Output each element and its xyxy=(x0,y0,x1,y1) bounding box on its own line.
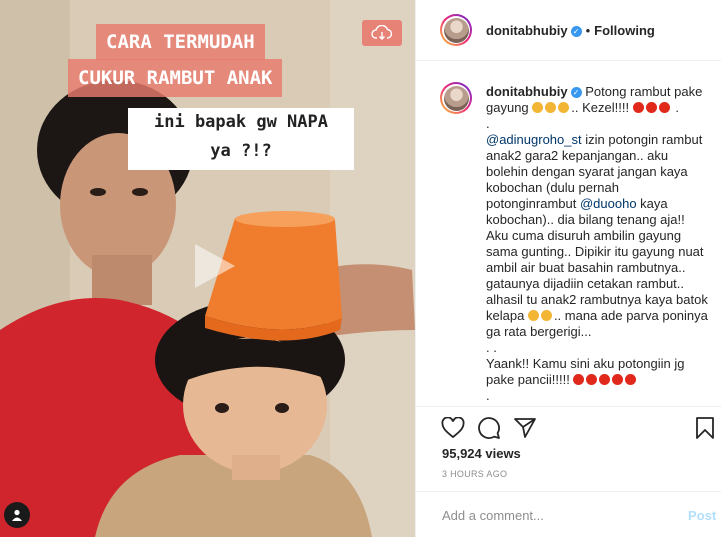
header-username[interactable]: donitabhubiy xyxy=(486,23,568,38)
angry-emoji-icon xyxy=(599,374,611,385)
comment-input[interactable] xyxy=(442,503,662,527)
mention-link[interactable]: @duooho xyxy=(580,196,637,211)
grimace-emoji-icon xyxy=(527,310,539,321)
angry-emoji-icon xyxy=(658,102,670,113)
verified-icon: ✓ xyxy=(570,26,582,38)
bookmark-icon xyxy=(696,417,714,439)
header-user: donitabhubiy ✓ • Following xyxy=(486,23,655,38)
caption-p2: . xyxy=(486,116,490,131)
angry-emoji-icon xyxy=(632,102,644,113)
caption-text: kaya kobochan).. dia bilang tenang aja!!… xyxy=(486,196,708,323)
video-caption-line4: ya ?!? xyxy=(210,141,272,161)
caption-p6: . xyxy=(486,388,490,403)
caption-p5: Yaank!! Kamu sini aku potongiin jg pake … xyxy=(486,356,708,388)
post-header: donitabhubiy ✓ • Following xyxy=(416,0,721,61)
angry-emoji-icon xyxy=(625,374,637,385)
angry-emoji-icon xyxy=(645,102,657,113)
caption-text: Yaank!! Kamu sini aku potongiin jg pake … xyxy=(486,356,685,387)
grimace-emoji-icon xyxy=(532,102,544,113)
caption-p4: . . xyxy=(486,340,497,355)
save-button[interactable] xyxy=(692,415,718,441)
cloud-download-icon xyxy=(371,25,393,40)
mute-icon xyxy=(12,509,22,521)
post-caption: donitabhubiy ✓ Potong rambut pake gayung … xyxy=(486,84,708,404)
post-panel: donitabhubiy ✓ • Following donitabhubiy ✓ Po… xyxy=(415,0,721,537)
grimace-emoji-icon xyxy=(545,102,557,113)
grimace-emoji-icon xyxy=(558,102,570,113)
verified-icon: ✓ xyxy=(570,87,582,99)
caption-p1: donitabhubiy ✓ Potong rambut pake gayung … xyxy=(486,84,708,116)
post-timestamp[interactable]: 3 HOURS AGO xyxy=(442,469,507,479)
mute-button[interactable] xyxy=(4,502,30,528)
separator-dot: • xyxy=(585,23,591,38)
caption-username[interactable]: donitabhubiy xyxy=(486,84,568,99)
download-button[interactable] xyxy=(362,20,402,46)
video-player[interactable]: CARA TERMUDAH CUKUR RAMBUT ANAK ini bapa… xyxy=(0,0,415,537)
add-comment-bar: Post xyxy=(416,491,721,538)
angry-emoji-icon xyxy=(612,374,624,385)
play-button[interactable] xyxy=(183,236,243,296)
action-bar xyxy=(416,406,721,447)
angry-emoji-icon xyxy=(573,374,585,385)
following-button[interactable]: Following xyxy=(594,23,655,38)
angry-emoji-icon xyxy=(586,374,598,385)
like-button[interactable] xyxy=(440,415,466,441)
comment-icon xyxy=(478,417,500,439)
video-caption-line2: CUKUR RAMBUT ANAK xyxy=(68,59,283,97)
comment-button[interactable] xyxy=(476,415,502,441)
caption-p3: @adinugroho_st izin potongin rambut anak… xyxy=(486,132,708,340)
video-caption-line1: CARA TERMUDAH xyxy=(96,24,265,60)
caption-text: .. Kezel!!!! xyxy=(571,100,630,115)
caption-text: . xyxy=(675,100,679,115)
post-button[interactable]: Post xyxy=(688,508,716,523)
heart-icon xyxy=(441,417,465,439)
share-icon xyxy=(514,418,536,438)
grimace-emoji-icon xyxy=(540,310,552,321)
share-button[interactable] xyxy=(512,415,538,441)
video-caption-box: ini bapak gw NAPA ya ?!? xyxy=(128,108,354,170)
comments-area[interactable]: donitabhubiy ✓ Potong rambut pake gayung … xyxy=(416,62,721,406)
caption-avatar[interactable] xyxy=(440,82,472,114)
play-icon xyxy=(195,244,235,288)
views-count[interactable]: 95,924 views xyxy=(442,446,521,461)
avatar[interactable] xyxy=(440,14,472,46)
video-caption-line3: ini bapak gw NAPA xyxy=(154,112,328,132)
mention-link[interactable]: @adinugroho_st xyxy=(486,132,582,147)
